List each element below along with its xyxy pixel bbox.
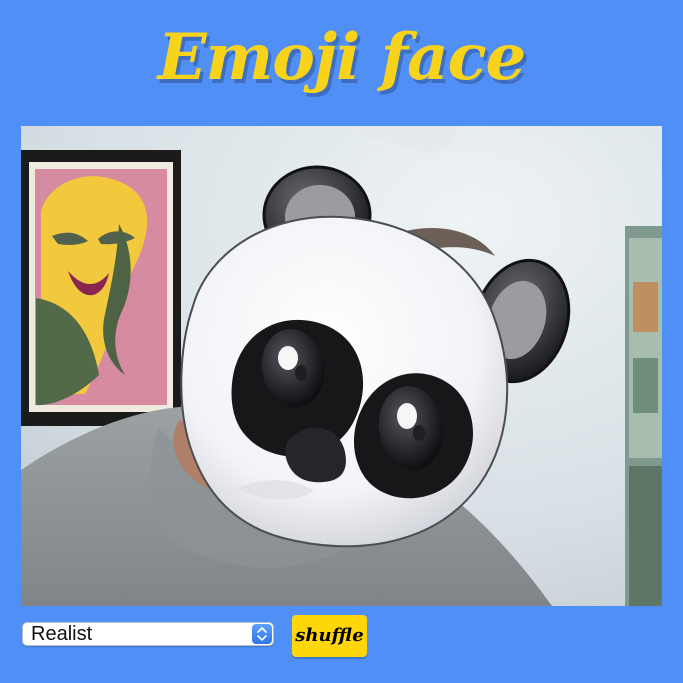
chevron-down-icon: [257, 635, 267, 641]
camera-scene: [21, 126, 662, 606]
shuffle-button[interactable]: shuffle: [292, 615, 367, 657]
controls-bar: Realist shuffle: [22, 612, 662, 672]
select-arrow-button[interactable]: [252, 624, 272, 644]
right-window: [625, 226, 662, 606]
chevron-up-icon: [257, 627, 267, 633]
framed-portrait: [21, 150, 181, 426]
mode-select-value: Realist: [31, 623, 93, 645]
camera-view: [21, 126, 662, 606]
mode-select[interactable]: Realist: [22, 622, 274, 646]
page-title: Emoji face: [157, 20, 527, 95]
